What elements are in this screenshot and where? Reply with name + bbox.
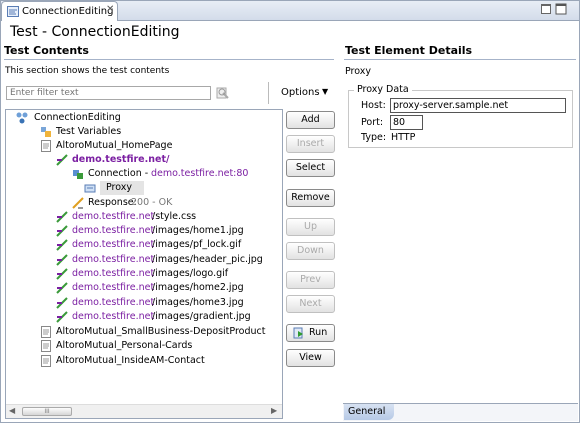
page-icon [41, 340, 51, 352]
request-icon [56, 297, 68, 309]
element-type-label: Proxy [345, 66, 372, 77]
filter-icon[interactable] [216, 86, 230, 100]
view-button[interactable]: View [286, 349, 335, 367]
request-icon [56, 239, 68, 251]
page-title: Test - ConnectionEditing [10, 24, 180, 40]
down-button[interactable]: Down [286, 242, 335, 260]
section-description: This section shows the test contents [5, 66, 170, 76]
editor-tab[interactable]: ConnectionEditing ✕ [1, 1, 118, 21]
host-label: Host: [361, 100, 386, 111]
maximize-icon[interactable] [555, 3, 567, 15]
request-icon [56, 211, 68, 223]
page-icon [41, 326, 51, 338]
divider [344, 59, 576, 60]
run-icon [293, 327, 303, 339]
request-icon [56, 225, 68, 237]
prev-button[interactable]: Prev [286, 271, 335, 289]
editor-tab-label: ConnectionEditing [22, 6, 114, 17]
response-icon [72, 197, 84, 209]
test-contents-tree[interactable]: ConnectionEditing Test Variables AltoroM… [5, 109, 283, 419]
request-icon [56, 282, 68, 294]
add-button[interactable]: Add [286, 111, 335, 129]
scroll-right-icon[interactable]: ▶ [271, 406, 277, 415]
page-icon [41, 355, 51, 367]
scroll-thumb[interactable]: III [22, 407, 72, 416]
minimize-icon[interactable] [541, 4, 551, 14]
horizontal-scrollbar[interactable]: ◀ III ▶ [6, 404, 282, 418]
host-field[interactable] [390, 98, 566, 113]
variables-icon [41, 127, 51, 137]
test-element-details-heading: Test Element Details [345, 44, 473, 57]
test-file-icon [7, 6, 19, 17]
options-menu[interactable]: Options [281, 87, 320, 98]
up-button[interactable]: Up [286, 218, 335, 236]
request-icon [56, 154, 68, 166]
select-button[interactable]: Select [286, 159, 335, 177]
test-contents-heading: Test Contents [4, 44, 89, 57]
remove-button[interactable]: Remove [286, 189, 335, 207]
request-icon [56, 311, 68, 323]
proxy-icon [84, 184, 96, 193]
request-icon [56, 254, 68, 266]
divider [268, 82, 269, 104]
port-field[interactable] [390, 115, 423, 130]
tree-item-proxy[interactable]: Proxy [84, 181, 144, 195]
insert-button[interactable]: Insert [286, 135, 335, 153]
connection-icon [73, 170, 83, 179]
page-icon [41, 140, 51, 152]
port-label: Port: [361, 117, 384, 128]
divider [4, 59, 334, 60]
close-icon[interactable]: ✕ [106, 4, 114, 15]
type-label: Type: [361, 132, 387, 143]
run-button[interactable]: Run [286, 324, 335, 342]
filter-input[interactable] [6, 86, 211, 100]
chevron-down-icon[interactable]: ▼ [322, 87, 328, 96]
request-icon [56, 268, 68, 280]
tab-general[interactable]: General [344, 404, 394, 420]
type-value: HTTP [391, 132, 416, 143]
test-root-icon [16, 112, 28, 124]
next-button[interactable]: Next [286, 295, 335, 313]
scroll-left-icon[interactable]: ◀ [9, 406, 15, 415]
proxy-data-label: Proxy Data [354, 84, 412, 95]
